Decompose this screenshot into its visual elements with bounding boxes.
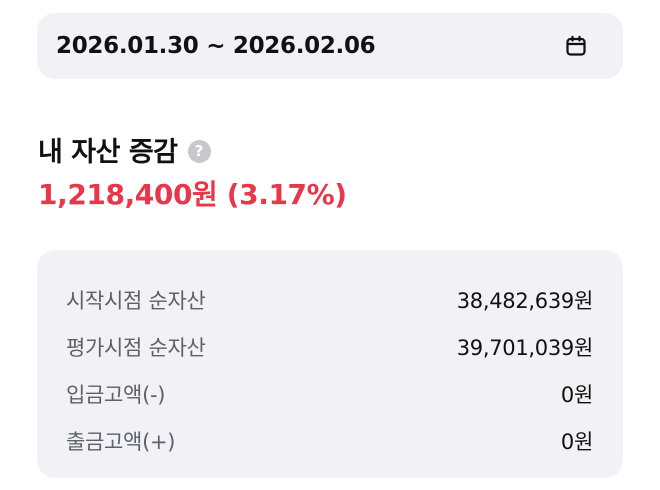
summary-row-eval-net-assets: 평가시점 순자산 39,701,039원	[66, 323, 593, 370]
summary-row-withdrawals: 출금고액(+) 0원	[66, 417, 593, 464]
date-range-selector[interactable]: 2026.01.30 ~ 2026.02.06	[37, 13, 623, 79]
asset-summary-card: 시작시점 순자산 38,482,639원 평가시점 순자산 39,701,039…	[37, 250, 623, 478]
asset-change-title: 내 자산 증감	[38, 137, 178, 168]
summary-row-label: 평가시점 순자산	[66, 335, 206, 360]
question-icon[interactable]: ?	[187, 139, 211, 163]
summary-row-value: 39,701,039원	[456, 335, 594, 360]
summary-row-value: 0원	[560, 429, 593, 454]
summary-row-label: 입금고액(-)	[66, 382, 166, 407]
summary-row-value: 38,482,639원	[456, 288, 594, 313]
date-range-label: 2026.01.30 ~ 2026.02.06	[56, 33, 376, 59]
summary-row-label: 출금고액(+)	[66, 429, 176, 454]
calendar-icon[interactable]	[563, 33, 589, 59]
asset-change-value: 1,218,400원 (3.17%)	[38, 178, 347, 211]
summary-row-start-net-assets: 시작시점 순자산 38,482,639원	[66, 276, 593, 323]
summary-row-label: 시작시점 순자산	[66, 288, 206, 313]
summary-row-deposits: 입금고액(-) 0원	[66, 370, 593, 417]
summary-row-value: 0원	[560, 382, 593, 407]
asset-change-header: 내 자산 증감 ?	[38, 130, 211, 169]
